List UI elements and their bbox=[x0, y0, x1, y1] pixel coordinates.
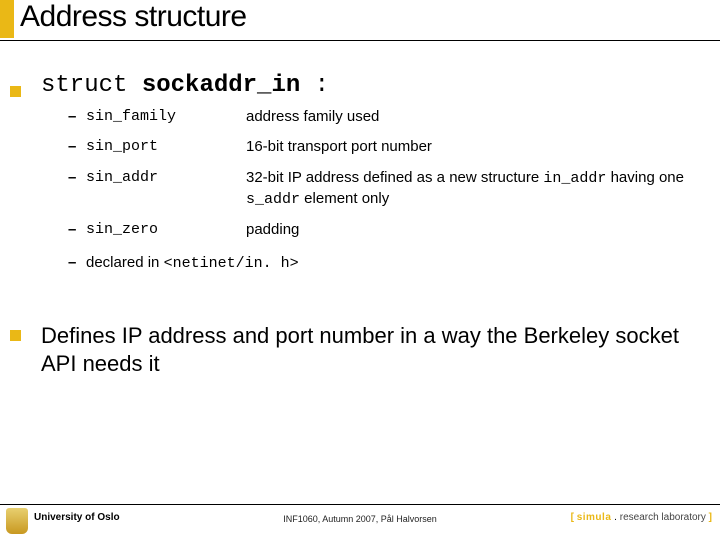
text-span: address family used bbox=[246, 108, 379, 125]
declared-text: declared in <netinet/in. h> bbox=[86, 254, 299, 272]
field-desc: 16-bit transport port number bbox=[246, 137, 710, 157]
field-row: –sin_zeropadding bbox=[68, 220, 710, 240]
struct-name: sockaddr_in bbox=[142, 72, 300, 99]
bracket-close: ] bbox=[706, 512, 712, 523]
field-row: –sin_addr32-bit IP address defined as a … bbox=[68, 168, 710, 211]
dash-bullet-icon: – bbox=[68, 107, 86, 127]
struct-suffix: : bbox=[300, 72, 329, 99]
code-span: s_addr bbox=[246, 191, 300, 208]
code-span: in_addr bbox=[543, 170, 606, 187]
footer-right: [ simula . research laboratory ] bbox=[571, 512, 712, 523]
square-bullet-icon bbox=[10, 330, 21, 341]
footer: University of Oslo INF1060, Autumn 2007,… bbox=[0, 504, 720, 540]
top-bullet: struct sockaddr_in : bbox=[10, 72, 710, 99]
field-row: –sin_familyaddress family used bbox=[68, 107, 710, 127]
field-desc: address family used bbox=[246, 107, 710, 127]
field-desc: padding bbox=[246, 220, 710, 240]
struct-prefix: struct bbox=[41, 72, 142, 99]
title-block: Address structure bbox=[0, 0, 720, 52]
declared-path: <netinet/in. h> bbox=[164, 255, 299, 272]
footer-divider bbox=[0, 504, 720, 505]
dash-bullet-icon: – bbox=[68, 254, 86, 271]
declared-row: – declared in <netinet/in. h> bbox=[68, 254, 710, 272]
struct-heading: struct sockaddr_in : bbox=[41, 72, 329, 99]
field-name: sin_addr bbox=[86, 168, 246, 188]
dash-bullet-icon: – bbox=[68, 168, 86, 188]
text-span: having one bbox=[606, 169, 684, 186]
declared-label: declared in bbox=[86, 254, 164, 271]
simula-word: simula bbox=[577, 512, 612, 523]
field-row: –sin_port16-bit transport port number bbox=[68, 137, 710, 157]
text-span: 32-bit IP address defined as a new struc… bbox=[246, 169, 543, 186]
field-list: –sin_familyaddress family used–sin_port1… bbox=[68, 107, 710, 240]
field-desc: 32-bit IP address defined as a new struc… bbox=[246, 168, 710, 211]
field-name: sin_zero bbox=[86, 220, 246, 240]
dash-bullet-icon: – bbox=[68, 137, 86, 157]
title-underline bbox=[0, 40, 720, 41]
content-area: struct sockaddr_in : –sin_familyaddress … bbox=[10, 72, 710, 377]
second-bullet: Defines IP address and port number in a … bbox=[10, 322, 710, 377]
field-name: sin_port bbox=[86, 137, 246, 157]
text-span: element only bbox=[300, 190, 389, 207]
text-span: padding bbox=[246, 221, 299, 238]
dash-bullet-icon: – bbox=[68, 220, 86, 240]
accent-bar-icon bbox=[0, 0, 14, 38]
slide-title: Address structure bbox=[20, 0, 247, 34]
square-bullet-icon bbox=[10, 86, 21, 97]
second-text: Defines IP address and port number in a … bbox=[41, 322, 710, 377]
simula-dot: . bbox=[611, 512, 619, 523]
text-span: 16-bit transport port number bbox=[246, 138, 432, 155]
research-lab: research laboratory bbox=[620, 512, 706, 523]
field-name: sin_family bbox=[86, 107, 246, 127]
